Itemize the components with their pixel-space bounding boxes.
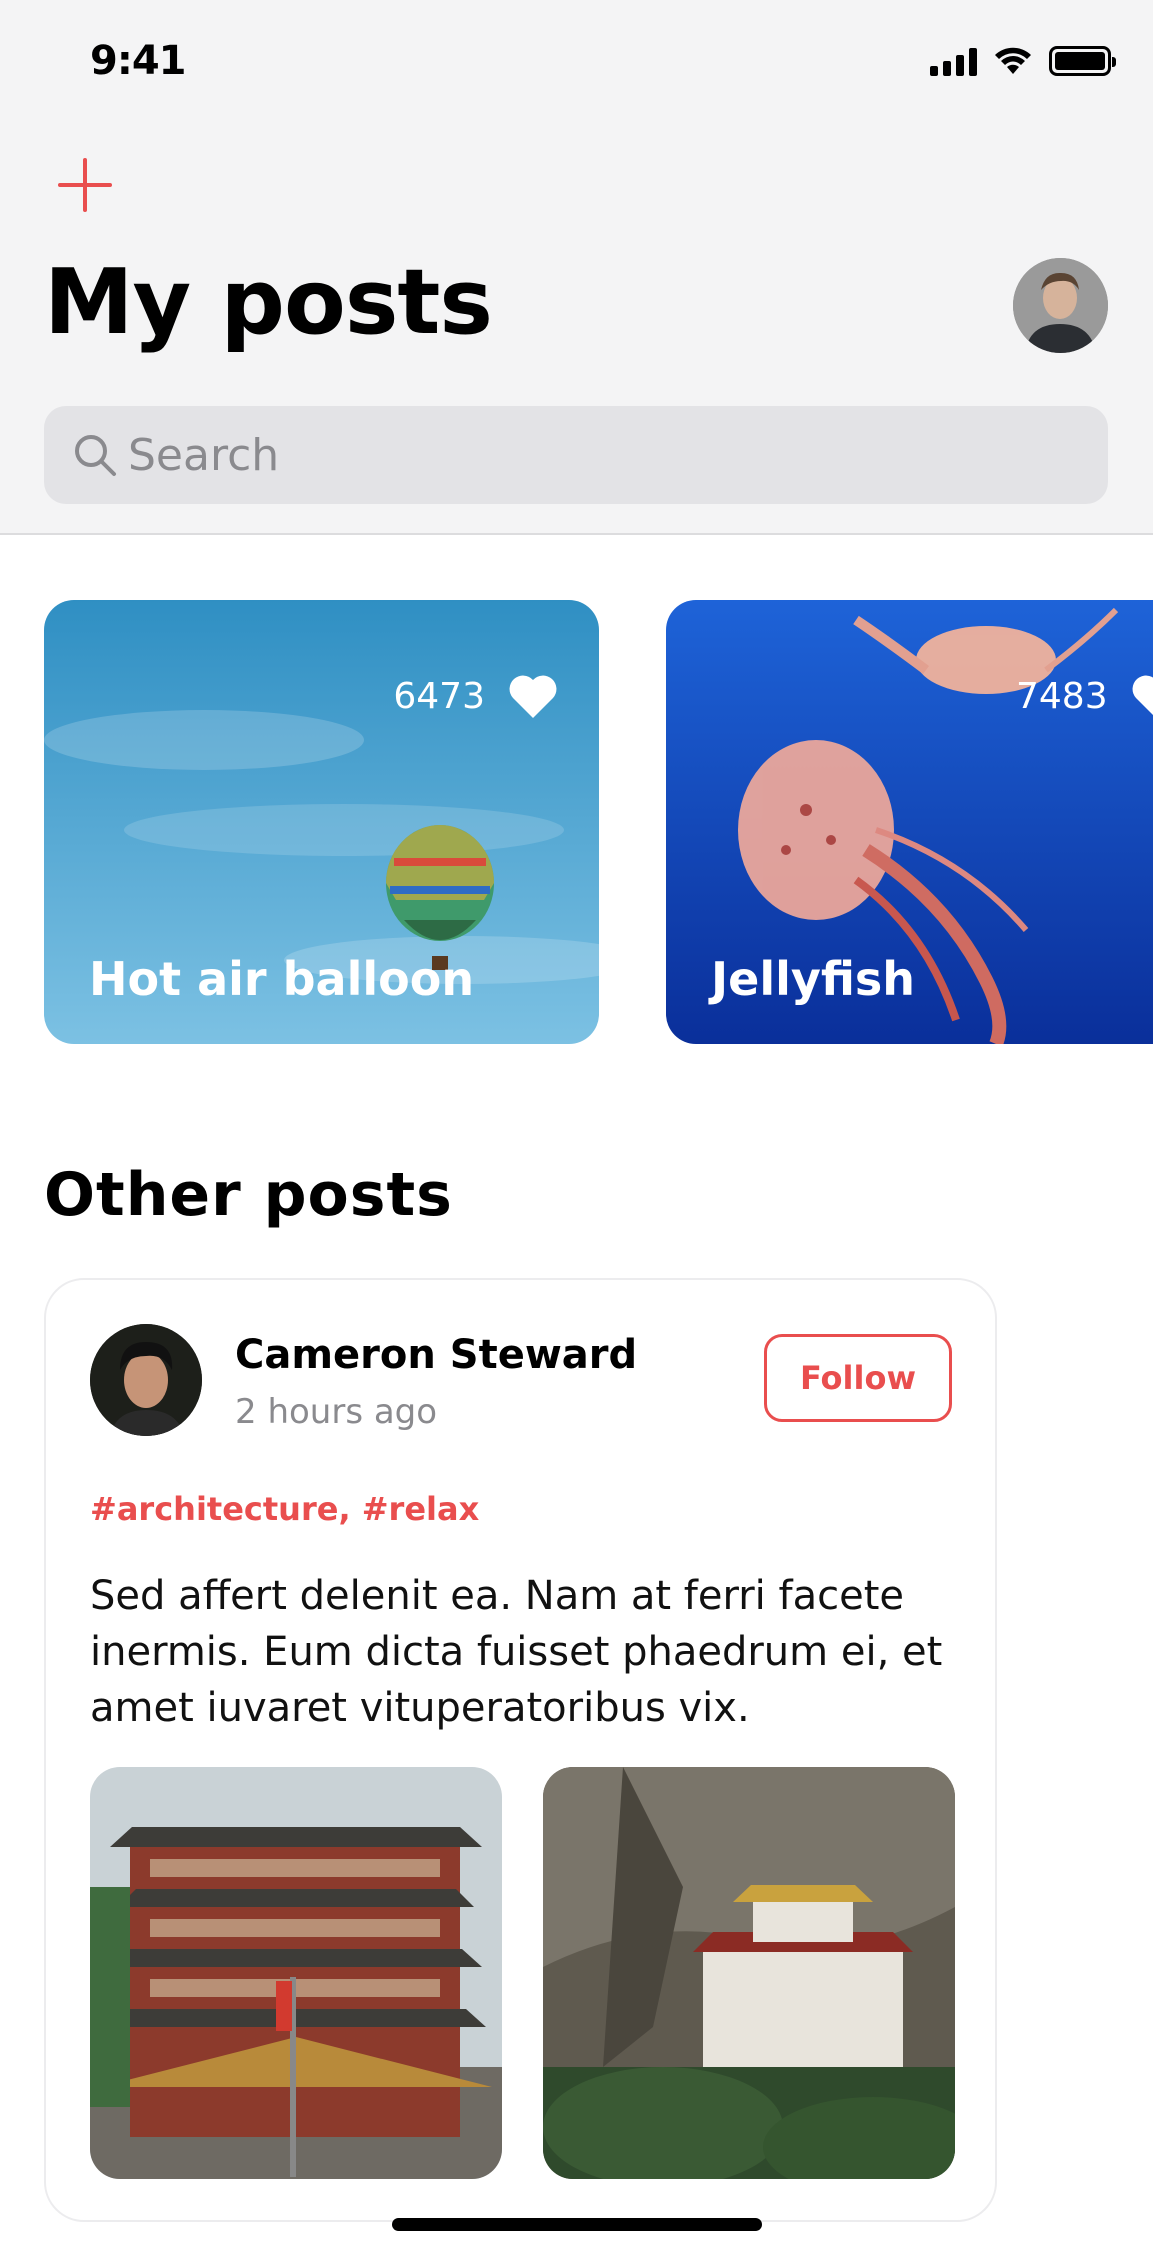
battery-icon	[1049, 46, 1116, 76]
follow-button[interactable]: Follow	[764, 1334, 952, 1422]
page-title: My posts	[44, 250, 493, 355]
post-tags[interactable]: #architecture, #relax	[90, 1490, 479, 1528]
likes-count: 7483	[1016, 675, 1108, 717]
card-title: Hot air balloon	[89, 952, 475, 1006]
status-icons	[930, 46, 1116, 76]
heart-icon[interactable]	[507, 672, 559, 720]
card-title: Jellyfish	[711, 952, 916, 1006]
card-likes: 6473	[393, 672, 559, 720]
post-card-hot-air-balloon[interactable]: 6473 Hot air balloon	[44, 600, 599, 1044]
author-avatar[interactable]	[90, 1324, 202, 1436]
card-likes: 7483	[1016, 672, 1153, 720]
likes-count: 6473	[393, 675, 485, 717]
post-image-monastery[interactable]	[543, 1767, 955, 2179]
section-title: Other posts	[44, 1160, 453, 1230]
heart-icon[interactable]	[1130, 672, 1153, 720]
profile-avatar[interactable]	[1013, 258, 1108, 353]
status-time: 9:41	[90, 38, 186, 84]
signal-icon	[930, 48, 977, 76]
post-timestamp: 2 hours ago	[235, 1392, 438, 1432]
post-card-jellyfish[interactable]: 7483 Jellyfish	[666, 600, 1153, 1044]
search-icon	[75, 435, 116, 476]
post-body: Sed affert delenit ea. Nam at ferri face…	[90, 1573, 943, 1731]
wifi-icon	[995, 47, 1031, 74]
add-post-button[interactable]	[58, 158, 112, 212]
home-indicator[interactable]	[392, 2218, 762, 2231]
post-image-temple[interactable]	[90, 1767, 502, 2179]
feed-post: Cameron Steward 2 hours ago Follow #arch…	[44, 1278, 997, 2222]
search-input[interactable]	[128, 429, 1028, 481]
author-name[interactable]: Cameron Steward	[235, 1332, 637, 1378]
search-bar[interactable]	[44, 406, 1108, 504]
header: 9:41 My posts	[0, 0, 1153, 535]
